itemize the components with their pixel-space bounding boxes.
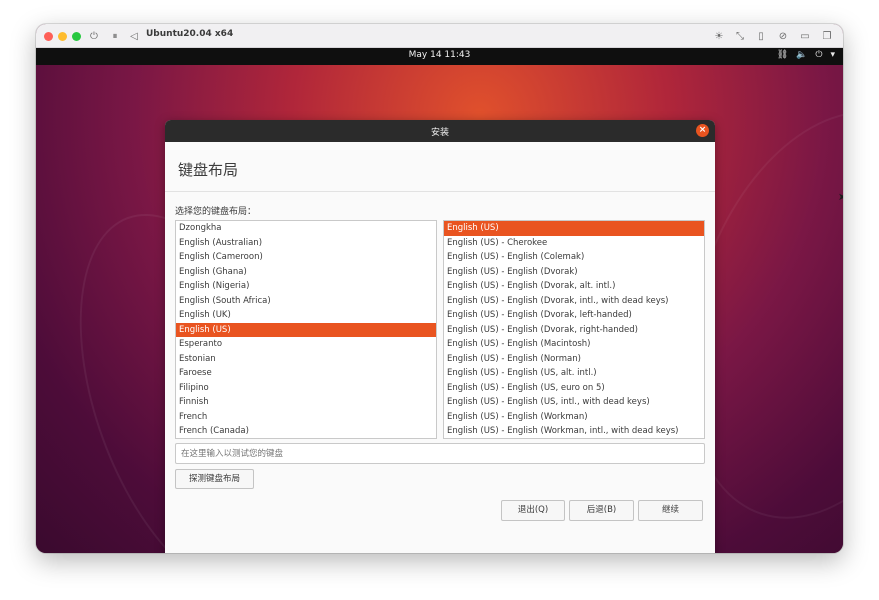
layout-list-item[interactable]: Filipino — [176, 381, 436, 396]
zoom-window-button[interactable] — [72, 32, 81, 41]
back-icon[interactable]: ◁ — [126, 28, 142, 44]
layout-list[interactable]: Dzongkha English (Australian) English (Cam… — [175, 220, 437, 439]
layout-list-item[interactable]: Dzongkha — [176, 221, 436, 236]
brightness-icon[interactable]: ☀ — [711, 28, 727, 44]
layout-list-item[interactable]: English (Cameroon) — [176, 250, 436, 265]
dialog-header: 安装 × — [165, 120, 715, 142]
layout-list-item[interactable]: English (Nigeria) — [176, 279, 436, 294]
volume-icon[interactable]: 🔈 — [796, 50, 807, 60]
menu-arrow-icon[interactable]: ▾ — [830, 50, 835, 60]
divider — [165, 191, 715, 192]
windows-icon[interactable]: ❐ — [819, 28, 835, 44]
mouse-cursor-icon: ➤ — [838, 192, 843, 203]
layout-list-item[interactable]: English (Australian) — [176, 236, 436, 251]
layout-list-item[interactable]: English (US) — [176, 322, 436, 337]
layout-list-item[interactable]: French (Canada) — [176, 424, 436, 438]
usb-icon[interactable]: ▯ — [753, 28, 769, 44]
variant-list-item[interactable]: English (US) - English (Dvorak) — [444, 265, 704, 280]
no-sound-icon[interactable]: ⊘ — [775, 28, 791, 44]
choose-layout-label: 选择您的键盘布局： — [175, 207, 257, 217]
quit-button[interactable]: 退出(Q) — [501, 500, 565, 521]
variant-list-item[interactable]: English (US) - English (US, euro on 5) — [444, 381, 704, 396]
layout-list-item[interactable]: Faroese — [176, 366, 436, 381]
keyboard-test-input[interactable] — [175, 443, 705, 464]
power-icon[interactable]: ⏻ — [86, 28, 102, 44]
variant-list-item[interactable]: English (US) - English (Colemak) — [444, 250, 704, 265]
vm-title: Ubuntu20.04 x64 — [146, 29, 234, 39]
layout-list-item[interactable]: Estonian — [176, 352, 436, 367]
variant-list-item[interactable]: English (US) - English (Macintosh) — [444, 337, 704, 352]
layout-list-item[interactable]: English (South Africa) — [176, 294, 436, 309]
layout-list-item[interactable]: Finnish — [176, 395, 436, 410]
variant-list-item[interactable]: English (US) - English (Dvorak, right-ha… — [444, 323, 704, 338]
variant-list-item[interactable]: English (US) - English (Workman, intl., … — [444, 424, 704, 438]
dialog-title: 安装 — [430, 127, 449, 138]
variant-list-item[interactable]: English (US) - English (Dvorak, alt. int… — [444, 279, 704, 294]
close-window-button[interactable] — [44, 32, 53, 41]
variant-list-item[interactable]: English (US) - English (Norman) — [444, 352, 704, 367]
minimize-window-button[interactable] — [58, 32, 67, 41]
variant-list-item[interactable]: English (US) - English (US, alt. intl.) — [444, 366, 704, 381]
power-icon[interactable]: ⏻ — [815, 50, 822, 60]
continue-button[interactable]: 继续 — [638, 500, 703, 521]
variant-list-item[interactable]: English (US) - English (Workman) — [444, 410, 704, 425]
variant-list-item[interactable]: English (US) - English (Dvorak, intl., w… — [444, 294, 704, 309]
installer-dialog: 安装 × 键盘布局 选择您的键盘布局： Dzongkha English (Aus… — [165, 120, 715, 553]
variant-list-item[interactable]: English (US) - English (Dvorak, left-han… — [444, 308, 704, 323]
vm-window: ⏻ ⏸ ◁ Ubuntu20.04 x64 ☀ ⤡ ▯ ⊘ ▭ ❐ May 14… — [36, 24, 843, 553]
pause-icon[interactable]: ⏸ — [107, 28, 123, 44]
layout-list-item[interactable]: French — [176, 410, 436, 425]
page-title: 键盘布局 — [178, 161, 239, 179]
ubuntu-topbar: May 14 11:43 ⛓ 🔈 ⏻ ▾ — [36, 48, 843, 65]
variant-list-item[interactable]: English (US) - Cherokee — [444, 236, 704, 251]
resize-icon[interactable]: ⤡ — [732, 28, 748, 44]
layout-list-item[interactable]: English (Ghana) — [176, 265, 436, 280]
desktop: ➤ 安装 × 键盘布局 选择您的键盘布局： Dzongkha English (A… — [36, 65, 843, 553]
variant-list-item[interactable]: English (US) - English (US, intl., with … — [444, 395, 704, 410]
layout-list-item[interactable]: English (UK) — [176, 308, 436, 323]
system-tray[interactable]: ⛓ 🔈 ⏻ ▾ — [777, 50, 835, 60]
layout-list-item[interactable]: Esperanto — [176, 337, 436, 352]
variant-list[interactable]: English (US) English (US) - Cherokee Engli… — [443, 220, 705, 439]
detect-layout-button[interactable]: 探测键盘布局 — [175, 469, 254, 489]
variant-list-item[interactable]: English (US) — [444, 221, 704, 236]
close-icon[interactable]: × — [696, 124, 709, 137]
vm-titlebar: ⏻ ⏸ ◁ Ubuntu20.04 x64 ☀ ⤡ ▯ ⊘ ▭ ❐ — [36, 24, 843, 48]
back-button[interactable]: 后退(B) — [569, 500, 634, 521]
network-icon[interactable]: ⛓ — [777, 50, 788, 60]
display-icon[interactable]: ▭ — [797, 28, 813, 44]
clock[interactable]: May 14 11:43 — [36, 50, 843, 60]
